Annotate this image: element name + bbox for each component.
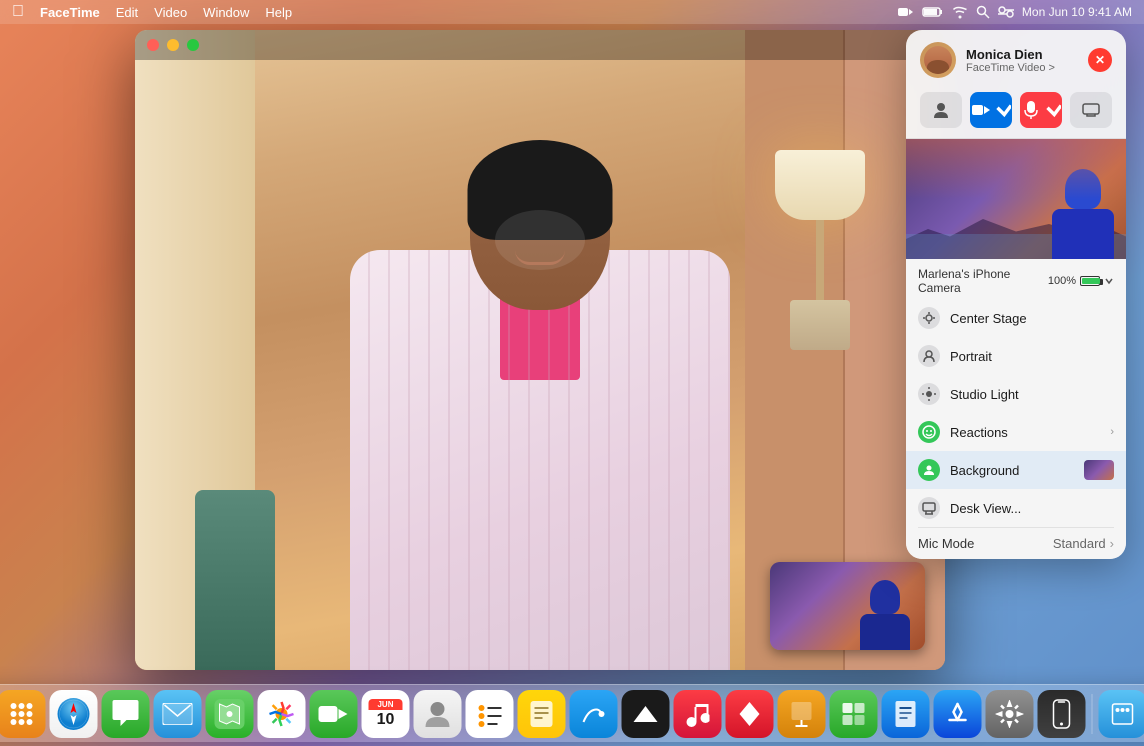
app-name[interactable]: FaceTime [40, 5, 100, 20]
portrait-label: Portrait [950, 349, 1114, 364]
menu-items: Center Stage Portrait Studio Light React… [906, 299, 1126, 559]
dock-item-calendar[interactable]: JUN 10 [362, 690, 410, 738]
caller-avatar [920, 42, 956, 78]
lamp [775, 150, 865, 350]
chair [195, 490, 275, 670]
dock-item-reminders[interactable] [466, 690, 514, 738]
desk-view-icon [918, 497, 940, 519]
menu-edit[interactable]: Edit [116, 5, 138, 20]
dock-item-music[interactable] [674, 690, 722, 738]
screen-share-button[interactable] [1070, 92, 1112, 128]
control-center-icon[interactable] [998, 6, 1014, 18]
person-body [330, 150, 750, 670]
menubar-right: Mon Jun 10 9:41 AM [898, 5, 1132, 19]
dock-item-numbers[interactable] [830, 690, 878, 738]
main-video-feed [135, 30, 945, 670]
camera-name: Marlena's iPhone Camera [918, 267, 1048, 295]
desk-view-label: Desk View... [950, 501, 1114, 516]
portrait-icon [918, 345, 940, 367]
dock-item-pages[interactable] [882, 690, 930, 738]
background-icon [918, 459, 940, 481]
window-close-button[interactable] [147, 39, 159, 51]
center-stage-item[interactable]: Center Stage [906, 299, 1126, 337]
mic-mode-row[interactable]: Mic Mode Standard › [906, 528, 1126, 559]
sky-overlay [906, 139, 1126, 199]
dock-item-safari[interactable] [50, 690, 98, 738]
reactions-item[interactable]: Reactions › [906, 413, 1126, 451]
video-button[interactable] [970, 92, 1012, 128]
reactions-icon [918, 421, 940, 443]
battery-nub [1100, 279, 1103, 285]
dock-item-contacts[interactable] [414, 690, 462, 738]
mic-mode-value: Standard › [1053, 536, 1114, 551]
menubar-time: Mon Jun 10 9:41 AM [1022, 5, 1132, 19]
record-icon [898, 6, 914, 18]
reactions-label: Reactions [950, 425, 1100, 440]
dock-item-settings[interactable] [986, 690, 1034, 738]
wifi-icon [952, 5, 968, 19]
caller-info: Monica Dien FaceTime Video > [966, 47, 1078, 74]
studio-light-item[interactable]: Studio Light [906, 375, 1126, 413]
studio-light-label: Studio Light [950, 387, 1114, 402]
panel-preview [906, 139, 1126, 259]
portrait-item[interactable]: Portrait [906, 337, 1126, 375]
dock-item-maps[interactable] [206, 690, 254, 738]
battery-info: 100% [1048, 275, 1114, 287]
self-view-thumbnail [770, 562, 925, 650]
dock-item-facetime[interactable] [310, 690, 358, 738]
window-maximize-button[interactable] [187, 39, 199, 51]
search-icon[interactable] [976, 5, 990, 19]
mic-button[interactable] [1020, 92, 1062, 128]
dock-item-launchpad[interactable] [0, 690, 46, 738]
menu-window[interactable]: Window [203, 5, 249, 20]
facetime-window [135, 30, 945, 670]
menu-video[interactable]: Video [154, 5, 187, 20]
dock-separator [1092, 694, 1093, 734]
profile-button[interactable] [920, 92, 962, 128]
apple-menu[interactable]:  [12, 3, 24, 21]
mic-mode-chevron-icon: › [1110, 536, 1114, 551]
camera-info-row: Marlena's iPhone Camera 100% [906, 259, 1126, 299]
window-titlebar [135, 30, 945, 60]
menubar-left:  FaceTime Edit Video Window Help [12, 3, 292, 21]
menubar:  FaceTime Edit Video Window Help Mon Ju… [0, 0, 1144, 24]
dock-item-keynote[interactable] [778, 690, 826, 738]
dock-item-iphone[interactable] [1038, 690, 1086, 738]
dock-item-freeform[interactable] [570, 690, 618, 738]
dock-item-downloads[interactable] [1099, 690, 1144, 738]
battery-bar [1080, 276, 1100, 286]
menu-help[interactable]: Help [265, 5, 292, 20]
dock-item-appletv[interactable] [622, 690, 670, 738]
mic-mode-label: Mic Mode [918, 536, 974, 551]
window-minimize-button[interactable] [167, 39, 179, 51]
control-panel: Monica Dien FaceTime Video > ✕ [906, 30, 1126, 559]
dock-item-messages[interactable] [102, 690, 150, 738]
panel-header: Monica Dien FaceTime Video > ✕ [906, 30, 1126, 86]
battery-percent: 100% [1048, 275, 1076, 287]
panel-close-button[interactable]: ✕ [1088, 48, 1112, 72]
studio-light-icon [918, 383, 940, 405]
center-stage-icon [918, 307, 940, 329]
reactions-chevron-icon: › [1110, 426, 1114, 438]
dock-item-appstore[interactable] [934, 690, 982, 738]
dock-item-mail[interactable] [154, 690, 202, 738]
dock-item-notes[interactable] [518, 690, 566, 738]
panel-controls [906, 86, 1126, 139]
battery-icon [922, 6, 944, 18]
dock: JUN 10 [0, 684, 1144, 742]
background-item[interactable]: Background [906, 451, 1126, 489]
dock-item-photos[interactable] [258, 690, 306, 738]
battery-fill [1082, 278, 1100, 284]
dock-item-news[interactable] [726, 690, 774, 738]
center-stage-label: Center Stage [950, 311, 1114, 326]
background-label: Background [950, 463, 1074, 478]
caller-subtitle: FaceTime Video > [966, 62, 1078, 74]
desk-view-item[interactable]: Desk View... [906, 489, 1126, 527]
caller-name: Monica Dien [966, 47, 1078, 62]
chevron-down-icon[interactable] [1104, 276, 1114, 286]
person-head [465, 150, 615, 320]
thumbnail-person [855, 580, 915, 650]
background-thumbnail [1084, 460, 1114, 480]
